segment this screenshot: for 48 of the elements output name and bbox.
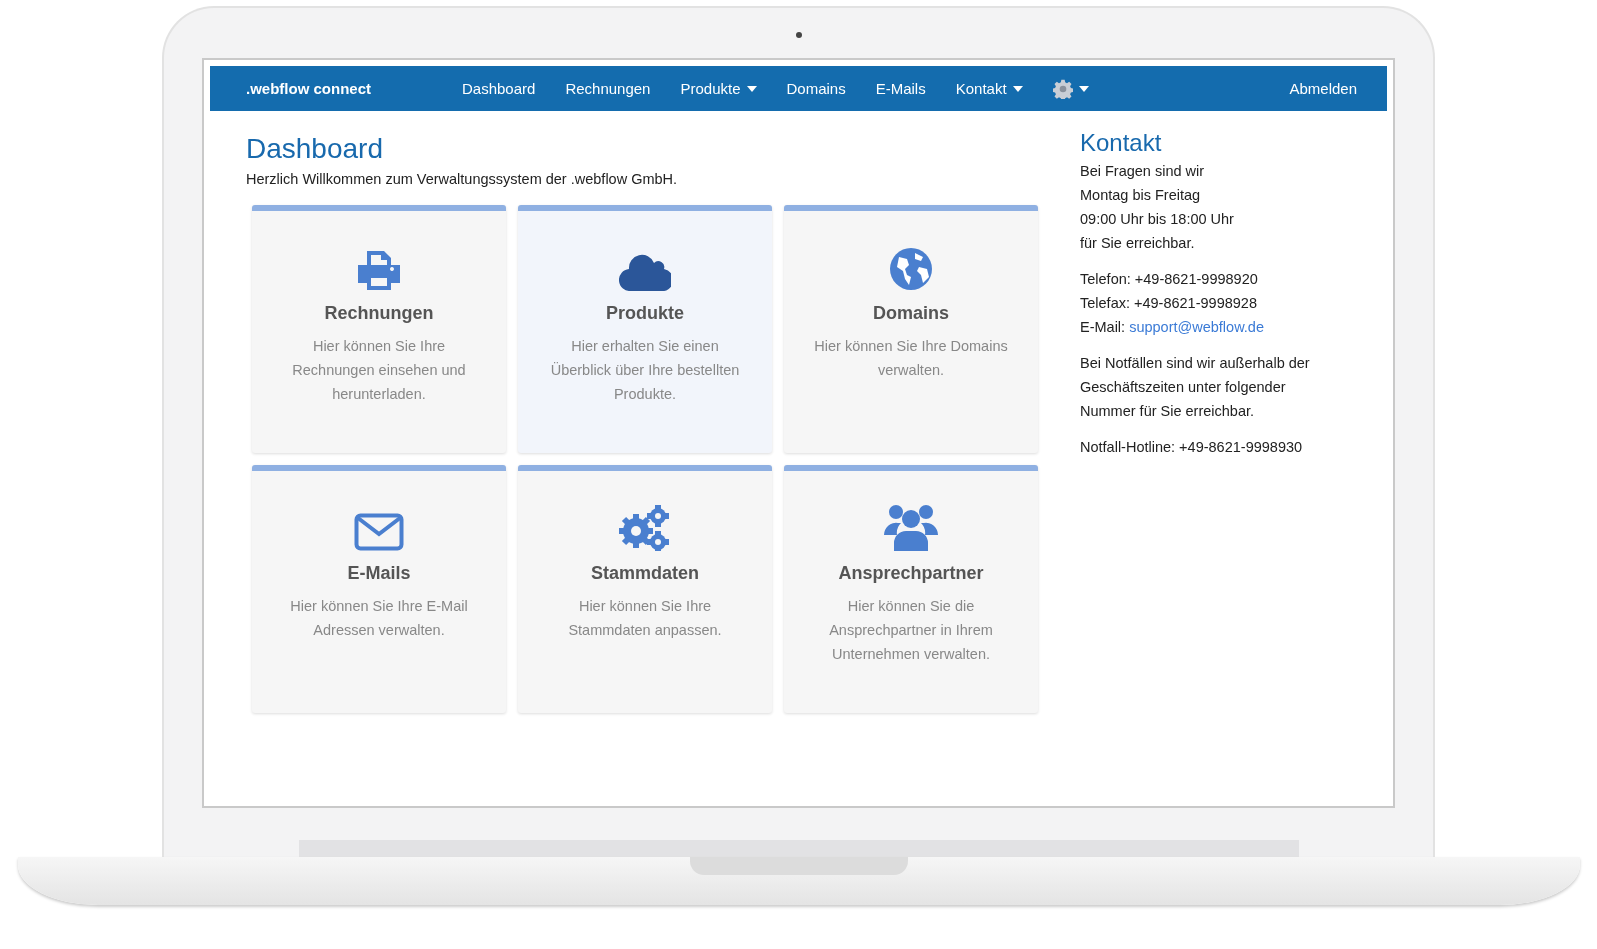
cloud-icon: [619, 253, 671, 291]
globe-icon: [889, 247, 933, 291]
envelope-icon: [354, 513, 404, 551]
dashboard-tile[interactable]: Produkte Hier erhalten Sie einen Überblick über Ihre bestellten Produkte.: [518, 205, 772, 453]
contact-text: Bei Notfällen sind wir außerhalb der Geschäftszeiten unter folgender Nummer für Sie erreichbar.: [1080, 355, 1310, 419]
dashboard-tile[interactable]: Ansprechpartner Hier können Sie die Ansprechpartner in Ihrem Unternehmen verwalten.: [784, 465, 1038, 713]
settings-icon: [1052, 78, 1073, 99]
contact-text: für Sie erreichbar.: [1080, 235, 1195, 251]
tile-description: Hier erhalten Sie einen Überblick über Ihre bestellten Produkte.: [549, 337, 741, 404]
contact-title: Kontakt: [1080, 129, 1163, 157]
camera-dot: [795, 32, 802, 38]
printer-icon: [356, 249, 402, 291]
tile-title: Rechnungen: [324, 303, 434, 324]
tile-description: Hier können Sie die Ansprechpartner in Ihrem Unternehmen verwalten.: [828, 597, 994, 664]
contact-text: Montag bis Freitag: [1080, 187, 1201, 203]
contact-label: E-Mail:: [1080, 319, 1126, 335]
tile-title: Produkte: [606, 303, 684, 324]
tile-description: Hier können Sie Ihre Stammdaten anpassen.: [567, 597, 723, 640]
settings-menu[interactable]: [1052, 78, 1089, 99]
contact-text: Bei Fragen sind wir: [1080, 163, 1205, 179]
tile-title: E-Mails: [347, 563, 411, 584]
nav-link[interactable]: Domains: [786, 80, 846, 97]
users-icon: [884, 503, 938, 551]
page-title: Dashboard: [246, 133, 384, 165]
email-link[interactable]: support@webflow.de: [1129, 319, 1264, 335]
brand-logo[interactable]: .webflow connect: [246, 80, 462, 97]
nav-link[interactable]: Dashboard: [462, 80, 536, 97]
tile-title: Stammdaten: [591, 563, 699, 584]
contact-text: 09:00 Uhr bis 18:00 Uhr: [1080, 211, 1234, 227]
nav-link[interactable]: Kontakt: [955, 80, 1023, 97]
dashboard-tile[interactable]: E-Mails Hier können Sie Ihre E-Mail Adressen verwalten.: [252, 465, 506, 713]
tile-description: Hier können Sie Ihre Domains verwalten.: [814, 337, 1008, 380]
dashboard-tile[interactable]: Rechnungen Hier können Sie Ihre Rechnungen einsehen und herunterladen.: [252, 205, 506, 453]
tile-title: Ansprechpartner: [838, 563, 984, 584]
contact-text: Telefon: +49-8621-9998920: [1080, 271, 1258, 287]
contact-text: Notfall-Hotline: +49-8621-9998930: [1080, 439, 1303, 455]
nav-link[interactable]: Produkte: [680, 80, 757, 97]
logout-link[interactable]: Abmelden: [1289, 80, 1357, 97]
tile-description: Hier können Sie Ihre E-Mail Adressen verwalten.: [289, 597, 469, 640]
dashboard-tile[interactable]: Domains Hier können Sie Ihre Domains verwalten.: [784, 205, 1038, 453]
nav-link[interactable]: E-Mails: [875, 80, 926, 97]
gears-icon: [618, 505, 672, 551]
dashboard-tile[interactable]: Stammdaten Hier können Sie Ihre Stammdaten anpassen.: [518, 465, 772, 713]
tile-description: Hier können Sie Ihre Rechnungen einsehen und herunterladen.: [291, 337, 467, 404]
intro-text: Herzlich Willkommen zum Verwaltungssystem der .webflow GmbH.: [246, 171, 679, 187]
contact-text: Telefax: +49-8621-9998928: [1080, 295, 1257, 311]
tile-title: Domains: [873, 303, 949, 324]
nav-link[interactable]: Rechnungen: [565, 80, 651, 97]
